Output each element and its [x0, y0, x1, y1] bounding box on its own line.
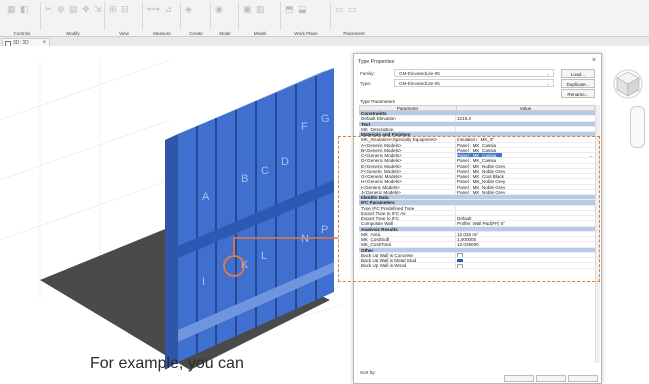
family-combo[interactable]: GM-ElevatedLite-05 ⌄ [394, 69, 554, 77]
viewcube-icon[interactable] [612, 64, 644, 104]
family-value: GM-ElevatedLite-05 [399, 71, 440, 76]
panel-letter: L [261, 250, 267, 262]
panel-letter: A [202, 191, 210, 203]
panel-letter: N [301, 233, 309, 245]
panel-letter: C [261, 165, 269, 177]
parameter-name: Constraints [361, 111, 387, 116]
panel-letter: I [202, 276, 205, 288]
chevron-down-icon: ⌄ [546, 81, 550, 86]
close-icon[interactable]: × [592, 57, 596, 64]
load-button[interactable]: Load... [561, 69, 595, 78]
panel-letter: G [321, 113, 330, 125]
apply-button[interactable] [568, 375, 598, 382]
cancel-button[interactable] [536, 375, 566, 382]
panel-letter: P [321, 224, 328, 236]
parameter-name: Text [361, 121, 371, 127]
parameter-value[interactable]: 1219.2 [457, 116, 589, 120]
duplicate-button[interactable]: Duplicate... [561, 79, 595, 88]
caption-text: For example, you can [90, 355, 244, 372]
panel-letter: B [241, 173, 248, 185]
wall-side-face [165, 134, 178, 370]
parameter-name: MK_Description [361, 126, 394, 132]
dialog-title: Type Properties [358, 59, 395, 65]
type-label: Type: [360, 81, 372, 86]
ok-button[interactable] [504, 375, 534, 382]
navigation-bar[interactable] [630, 106, 645, 148]
grid-divider [455, 126, 456, 131]
sort-by-label: Sort by: [360, 370, 376, 375]
highlight-box [338, 136, 600, 282]
family-label: Family: [360, 71, 375, 76]
type-combo[interactable]: GM-ElevatedLite-05 ⌄ [394, 79, 554, 87]
type-parameters-label: Type Parameters [360, 99, 395, 104]
type-value: GM-ElevatedLite-05 [399, 81, 440, 86]
panel-letter: F [301, 121, 308, 133]
panel-letter: D [281, 156, 289, 168]
parameter-name: Default Elevation [361, 116, 396, 122]
rename-button[interactable]: Rename... [561, 89, 595, 98]
grid-divider [455, 116, 456, 121]
chevron-down-icon: ⌄ [546, 71, 550, 76]
